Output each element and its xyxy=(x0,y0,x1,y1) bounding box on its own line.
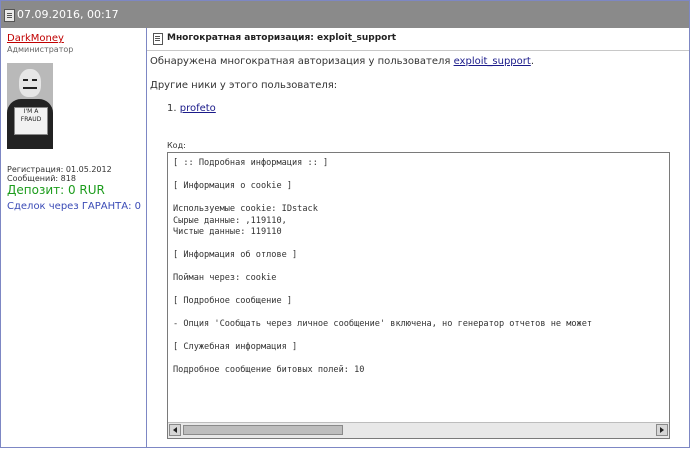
code-label: Код: xyxy=(167,141,186,150)
nick-link-profeto[interactable]: profeto xyxy=(180,103,216,114)
post-content: Многократная авторизация: exploit_suppor… xyxy=(147,28,689,447)
user-info-panel: DarkMoney Администратор I'M A FRAUD Реги… xyxy=(1,28,147,447)
post-title: Многократная авторизация: exploit_suppor… xyxy=(167,33,397,43)
arrow-right-icon[interactable] xyxy=(656,424,668,436)
post-date: 07.09.2016, 00:17 xyxy=(17,8,119,21)
detection-suffix: . xyxy=(530,56,534,67)
avatar-mustache xyxy=(23,87,37,89)
horizontal-scrollbar[interactable] xyxy=(168,422,669,438)
avatar-eye-left xyxy=(23,79,28,81)
detected-user-link[interactable]: exploit_support xyxy=(454,56,531,67)
document-icon xyxy=(153,33,163,45)
post-header-bar: 07.09.2016, 00:17 xyxy=(1,1,689,29)
code-content: [ :: Подробная информация :: ] [ Информа… xyxy=(173,158,593,375)
avatar: I'M A FRAUD xyxy=(7,63,53,149)
avatar-sign: I'M A FRAUD xyxy=(14,107,48,135)
user-role: Администратор xyxy=(7,45,74,54)
post-icon xyxy=(4,9,15,22)
avatar-mask xyxy=(19,69,41,97)
arrow-left-icon[interactable] xyxy=(169,424,181,436)
deposit-amount: Депозит: 0 RUR xyxy=(7,183,105,197)
code-block[interactable]: [ :: Подробная информация :: ] [ Информа… xyxy=(167,152,670,439)
guarantee-deals: Сделок через ГАРАНТА: 0 xyxy=(7,201,142,212)
scrollbar-thumb[interactable] xyxy=(183,425,343,435)
post-title-row: Многократная авторизация: exploit_suppor… xyxy=(147,28,689,51)
registration-date: Регистрация: 01.05.2012 xyxy=(7,165,112,174)
username-link[interactable]: DarkMoney xyxy=(7,33,64,44)
nick-list: 1. profeto xyxy=(167,103,216,114)
message-count: Сообщений: 818 xyxy=(7,174,76,183)
nick-number: 1. xyxy=(167,103,177,114)
avatar-eye-right xyxy=(32,79,37,81)
detection-text: Обнаружена многократная авторизация у по… xyxy=(150,56,454,67)
other-nicks-label: Другие ники у этого пользователя: xyxy=(150,80,338,91)
detection-message: Обнаружена многократная авторизация у по… xyxy=(150,56,534,67)
